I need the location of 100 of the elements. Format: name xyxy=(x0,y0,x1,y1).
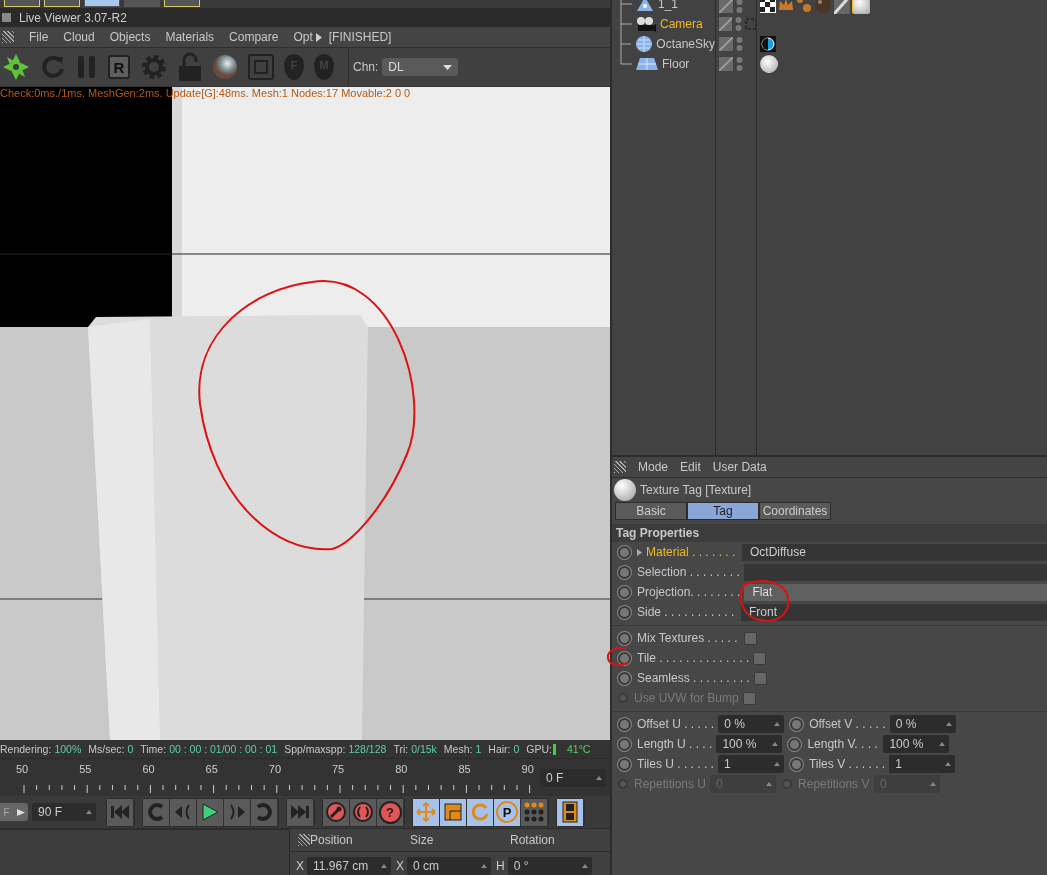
stepper-icon[interactable] xyxy=(939,742,946,746)
stepper-icon[interactable] xyxy=(381,864,387,868)
stepper-icon[interactable] xyxy=(774,722,781,726)
sky-tag-icon[interactable] xyxy=(760,36,776,52)
stepper-icon[interactable] xyxy=(945,722,952,726)
number-field[interactable]: 0 % xyxy=(718,715,785,733)
stepper-icon[interactable] xyxy=(596,776,602,780)
sphere-icon[interactable] xyxy=(212,54,238,80)
move-button[interactable] xyxy=(413,798,440,826)
number-field[interactable]: 1 xyxy=(889,755,956,773)
expand-arrow-icon[interactable] xyxy=(637,548,642,556)
stepper-icon[interactable] xyxy=(773,762,780,766)
animation-radio-icon[interactable] xyxy=(789,757,803,771)
animation-radio-icon[interactable] xyxy=(618,757,631,771)
visibility-dots-icon[interactable] xyxy=(736,36,743,52)
panel-handle-icon[interactable] xyxy=(2,13,11,22)
prev-key-button[interactable] xyxy=(143,798,170,826)
points-button[interactable] xyxy=(521,798,548,826)
to-end-button[interactable] xyxy=(287,798,314,826)
stepper-icon[interactable] xyxy=(766,782,773,786)
visibility-dots-icon[interactable] xyxy=(736,0,743,14)
stepper-icon[interactable] xyxy=(945,762,952,766)
checkbox[interactable] xyxy=(744,631,757,645)
play-button[interactable] xyxy=(197,798,224,826)
menu-item[interactable]: Edit xyxy=(680,460,701,474)
film-button[interactable] xyxy=(557,798,584,826)
animation-radio-icon[interactable] xyxy=(618,605,631,619)
animation-radio-icon[interactable] xyxy=(618,585,631,599)
lock-icon[interactable] xyxy=(178,52,202,82)
stepper-icon[interactable] xyxy=(930,782,937,786)
menu-item[interactable]: Cloud xyxy=(63,30,95,44)
layer-icon[interactable] xyxy=(719,37,733,51)
checker-tag-icon[interactable] xyxy=(760,0,776,13)
menu-item[interactable]: Compare xyxy=(229,30,279,44)
next-key-button[interactable] xyxy=(251,798,278,826)
camera-icon[interactable] xyxy=(636,16,656,32)
animation-radio-icon[interactable] xyxy=(618,779,628,789)
channel-dropdown[interactable]: DL xyxy=(382,58,459,76)
stepper-icon[interactable] xyxy=(772,742,779,746)
dark-sphere-tag-icon[interactable] xyxy=(814,0,832,14)
animation-radio-icon[interactable] xyxy=(618,545,631,559)
material-tag-icon[interactable] xyxy=(760,55,778,73)
stepper-icon[interactable] xyxy=(581,864,588,868)
property-field[interactable]: Flat xyxy=(744,583,1047,601)
object-name[interactable]: OctaneSky xyxy=(656,37,715,51)
param-button[interactable]: P xyxy=(494,798,521,826)
end-frame-field[interactable]: 90 F xyxy=(32,803,96,821)
coordinate-field[interactable]: 0 cm xyxy=(407,857,492,875)
number-field[interactable]: 100 % xyxy=(883,735,950,753)
animation-radio-icon[interactable] xyxy=(618,737,631,751)
layer-icon[interactable] xyxy=(719,57,733,71)
globe-icon[interactable] xyxy=(635,35,653,53)
rotate-button[interactable] xyxy=(467,798,494,826)
tab[interactable]: Coordinates xyxy=(759,502,831,520)
menu-item[interactable]: Objects xyxy=(109,30,151,44)
coordinate-field[interactable]: 0 ° xyxy=(507,857,592,875)
current-frame-field[interactable]: 0 F xyxy=(540,769,606,787)
object-name[interactable]: Camera xyxy=(660,17,703,31)
record-button[interactable] xyxy=(323,798,350,826)
menu-item[interactable]: Mode xyxy=(638,460,669,474)
property-field[interactable]: Front xyxy=(741,603,1047,621)
number-field[interactable]: 100 % xyxy=(716,735,783,753)
animation-radio-icon[interactable] xyxy=(618,565,631,579)
animation-radio-icon[interactable] xyxy=(790,717,804,731)
coordinate-field[interactable]: 11.967 cm xyxy=(307,857,391,875)
scale-button[interactable] xyxy=(440,798,467,826)
tab[interactable]: Basic xyxy=(615,502,687,520)
visibility-dots-icon[interactable] xyxy=(735,16,742,32)
number-field[interactable]: 1 xyxy=(717,755,784,773)
to-start-button[interactable] xyxy=(107,798,134,826)
triangle-icon[interactable] xyxy=(636,0,654,12)
menu-item[interactable]: Opt xyxy=(293,30,313,44)
visibility-dots-icon[interactable] xyxy=(736,56,743,72)
menu-item[interactable]: User Data xyxy=(712,460,767,474)
object-name[interactable]: Floor xyxy=(662,57,690,71)
number-field[interactable]: 0 % xyxy=(889,715,956,733)
layer-icon[interactable] xyxy=(719,17,733,31)
balls-tag-icon[interactable] xyxy=(796,0,812,13)
tab[interactable]: Tag xyxy=(687,502,759,520)
animation-radio-icon[interactable] xyxy=(618,631,631,645)
grip-icon[interactable] xyxy=(2,31,14,43)
checkbox[interactable] xyxy=(753,651,767,665)
menu-item[interactable]: File xyxy=(29,30,49,44)
animation-radio-icon[interactable] xyxy=(788,737,802,751)
checkbox[interactable] xyxy=(753,671,767,685)
object-name[interactable]: 1_1 xyxy=(658,0,679,11)
grip-icon[interactable] xyxy=(298,834,310,846)
settings-icon[interactable] xyxy=(140,53,168,81)
animation-radio-icon[interactable] xyxy=(618,671,631,685)
animation-radio-icon[interactable] xyxy=(618,651,631,665)
floor-grid-icon[interactable] xyxy=(636,57,658,71)
stepper-icon[interactable] xyxy=(481,864,488,868)
help-button[interactable]: ? xyxy=(377,798,404,826)
animation-radio-icon[interactable] xyxy=(782,779,793,789)
menu-item[interactable]: Materials xyxy=(165,30,215,44)
more-arrow-icon[interactable] xyxy=(315,32,322,42)
property-field[interactable] xyxy=(743,563,1047,581)
refresh-icon[interactable] xyxy=(40,54,66,80)
grip-icon[interactable] xyxy=(614,461,626,473)
pause-icon[interactable] xyxy=(76,54,98,80)
